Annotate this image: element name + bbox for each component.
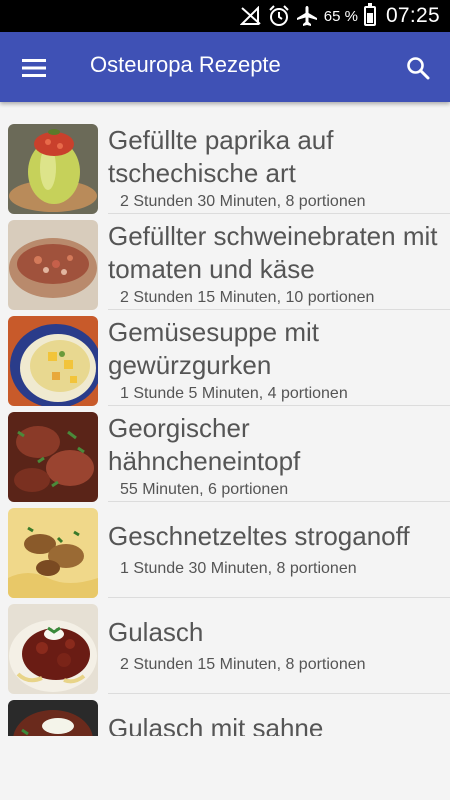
recipe-item[interactable]: Gefüllter schweinebraten mit tomaten und… xyxy=(0,214,450,310)
recipe-thumbnail-goulash xyxy=(8,604,98,694)
no-signal-icon xyxy=(239,5,262,27)
recipe-title: Gulasch mit sahne xyxy=(108,713,324,736)
recipe-meta: 2 Stunden 15 Minuten, 10 portionen xyxy=(120,289,375,306)
recipe-item[interactable]: Georgischer hähncheneintopf 55 Minuten, … xyxy=(0,406,450,502)
recipe-item[interactable]: Gulasch mit sahne xyxy=(0,694,450,736)
battery-percent: 65 % xyxy=(323,7,358,25)
recipe-thumbnail-pork-roast xyxy=(8,220,98,310)
recipe-item[interactable]: Geschnetzeltes stroganoff 1 Stunde 30 Mi… xyxy=(0,502,450,598)
status-bar: 65 % 07:25 xyxy=(0,0,450,32)
recipe-meta: 55 Minuten, 6 portionen xyxy=(120,481,289,498)
recipe-thumbnail-vegetable-soup xyxy=(8,316,98,406)
recipe-item[interactable]: Gefüllte paprika auf tschechische art 2 … xyxy=(0,118,450,214)
airplane-mode-icon xyxy=(296,5,318,27)
app-title: Osteuropa Rezepte xyxy=(90,52,281,77)
recipe-thumbnail-chicken-stew xyxy=(8,412,98,502)
recipe-item[interactable]: Gulasch 2 Stunden 15 Minuten, 8 portione… xyxy=(0,598,450,694)
recipe-thumbnail-stuffed-pepper xyxy=(8,124,98,214)
recipe-title: Gefüllter schweinebraten mit tomaten und… xyxy=(108,221,438,284)
recipe-title: Geschnetzeltes stroganoff xyxy=(108,521,410,551)
recipe-title: Gemüsesuppe mit gewürzgurken xyxy=(108,317,319,380)
recipe-thumbnail-stroganoff xyxy=(8,508,98,598)
search-icon[interactable] xyxy=(398,48,438,88)
recipe-list: Gefüllte paprika auf tschechische art 2 … xyxy=(0,118,450,736)
recipe-title: Gulasch xyxy=(108,617,204,647)
battery-fill xyxy=(366,12,373,23)
recipe-title: Georgischer hähncheneintopf xyxy=(108,413,301,476)
recipe-meta: 2 Stunden 15 Minuten, 8 portionen xyxy=(120,656,366,673)
status-time: 07:25 xyxy=(385,4,440,27)
recipe-thumbnail-goulash-cream xyxy=(8,700,98,736)
recipe-item[interactable]: Gemüsesuppe mit gewürzgurken 1 Stunde 5 … xyxy=(0,310,450,406)
hamburger-menu-icon[interactable] xyxy=(14,48,54,88)
status-icons: 65 % 07:25 xyxy=(239,0,440,32)
alarm-icon xyxy=(268,5,290,27)
recipe-meta: 2 Stunden 30 Minuten, 8 portionen xyxy=(120,193,366,210)
app-bar: Osteuropa Rezepte xyxy=(0,32,450,102)
recipe-meta: 1 Stunde 5 Minuten, 4 portionen xyxy=(120,385,348,402)
battery-icon xyxy=(363,3,376,26)
recipe-title: Gefüllte paprika auf tschechische art xyxy=(108,125,334,188)
recipe-meta: 1 Stunde 30 Minuten, 8 portionen xyxy=(120,560,357,577)
